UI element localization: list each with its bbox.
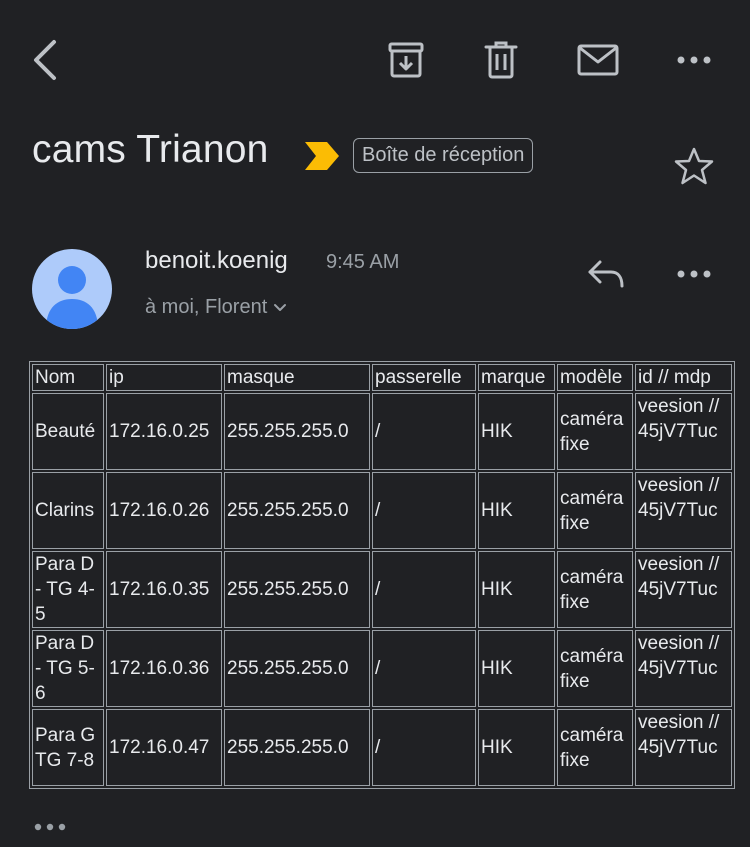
reply-button[interactable] — [584, 252, 628, 296]
cell-passerelle: / — [372, 393, 476, 470]
table-row: Para D - TG 5-6 172.16.0.36 255.255.255.… — [32, 630, 732, 707]
table-row: Clarins 172.16.0.26 255.255.255.0 / HIK … — [32, 472, 732, 549]
cell-passerelle: / — [372, 709, 476, 786]
table-header: Nom — [32, 364, 104, 391]
cell-modele: caméra fixe — [557, 393, 633, 470]
cell-ip[interactable]: 172.16.0.26 — [106, 472, 222, 549]
sender-name[interactable]: benoit.koenig — [145, 247, 288, 275]
archive-button[interactable] — [384, 38, 428, 82]
star-button[interactable] — [672, 144, 716, 188]
cell-masque[interactable]: 255.255.255.0 — [224, 630, 370, 707]
table-header: ip — [106, 364, 222, 391]
email-body: Nom ip masque passerelle marque modèle i… — [29, 361, 735, 789]
table-header: masque — [224, 364, 370, 391]
archive-icon — [388, 42, 424, 78]
cell-marque: HIK — [478, 630, 555, 707]
cell-ip[interactable]: 172.16.0.36 — [106, 630, 222, 707]
cell-masque[interactable]: 255.255.255.0 — [224, 472, 370, 549]
cell-modele: caméra fixe — [557, 630, 633, 707]
recipients-text: à moi, Florent — [145, 296, 268, 318]
cell-nom: Beauté — [32, 393, 104, 470]
cell-nom: Clarins — [32, 472, 104, 549]
table-row: Para G TG 7-8 172.16.0.47 255.255.255.0 … — [32, 709, 732, 786]
cell-nom: Para D - TG 4-5 — [32, 551, 104, 628]
cell-id: veesion // 45jV7Tuc — [635, 709, 732, 786]
cell-marque: HIK — [478, 551, 555, 628]
importance-marker-icon[interactable] — [303, 140, 341, 172]
more-horizontal-icon — [677, 56, 711, 64]
cell-modele: caméra fixe — [557, 551, 633, 628]
mark-unread-button[interactable] — [576, 38, 620, 82]
cell-nom: Para D - TG 5-6 — [32, 630, 104, 707]
cell-masque[interactable]: 255.255.255.0 — [224, 393, 370, 470]
delete-button[interactable] — [479, 38, 523, 82]
mail-icon — [577, 44, 619, 76]
star-icon — [674, 147, 714, 185]
cell-id: veesion // 45jV7Tuc — [635, 630, 732, 707]
cell-masque[interactable]: 255.255.255.0 — [224, 709, 370, 786]
show-trimmed-content-button[interactable] — [33, 815, 71, 839]
table-row: Para D - TG 4-5 172.16.0.35 255.255.255.… — [32, 551, 732, 628]
cell-modele: caméra fixe — [557, 709, 633, 786]
table-row: Beauté 172.16.0.25 255.255.255.0 / HIK c… — [32, 393, 732, 470]
inbox-label-chip[interactable]: Boîte de réception — [353, 138, 534, 173]
back-button[interactable] — [30, 38, 60, 82]
person-icon — [46, 266, 98, 329]
recipients-toggle[interactable]: à moi, Florent — [145, 296, 287, 319]
more-options-button[interactable] — [672, 38, 716, 82]
avatar[interactable] — [32, 249, 112, 329]
cell-passerelle: / — [372, 630, 476, 707]
cell-ip[interactable]: 172.16.0.47 — [106, 709, 222, 786]
cell-ip[interactable]: 172.16.0.35 — [106, 551, 222, 628]
cell-id: veesion // 45jV7Tuc — [635, 472, 732, 549]
chevron-down-icon — [274, 303, 287, 311]
back-icon — [34, 40, 56, 80]
cell-passerelle: / — [372, 472, 476, 549]
email-subject: cams Trianon — [32, 128, 269, 171]
reply-icon — [588, 260, 624, 288]
cell-marque: HIK — [478, 472, 555, 549]
cell-masque[interactable]: 255.255.255.0 — [224, 551, 370, 628]
message-more-button[interactable] — [672, 252, 716, 296]
cell-marque: HIK — [478, 393, 555, 470]
message-time: 9:45 AM — [326, 251, 400, 273]
cell-passerelle: / — [372, 551, 476, 628]
table-header: passerelle — [372, 364, 476, 391]
cell-marque: HIK — [478, 709, 555, 786]
table-header: id // mdp — [635, 364, 732, 391]
table-header-row: Nom ip masque passerelle marque modèle i… — [32, 364, 732, 391]
cell-ip[interactable]: 172.16.0.25 — [106, 393, 222, 470]
table-header: modèle — [557, 364, 633, 391]
cell-id: veesion // 45jV7Tuc — [635, 551, 732, 628]
table-header: marque — [478, 364, 555, 391]
trash-icon — [484, 41, 518, 79]
more-horizontal-icon — [34, 823, 66, 831]
email-view: cams Trianon Boîte de réception benoit.k… — [0, 0, 750, 847]
cameras-table: Nom ip masque passerelle marque modèle i… — [29, 361, 735, 789]
cell-modele: caméra fixe — [557, 472, 633, 549]
cell-id: veesion // 45jV7Tuc — [635, 393, 732, 470]
more-horizontal-icon — [677, 270, 711, 278]
cell-nom: Para G TG 7-8 — [32, 709, 104, 786]
